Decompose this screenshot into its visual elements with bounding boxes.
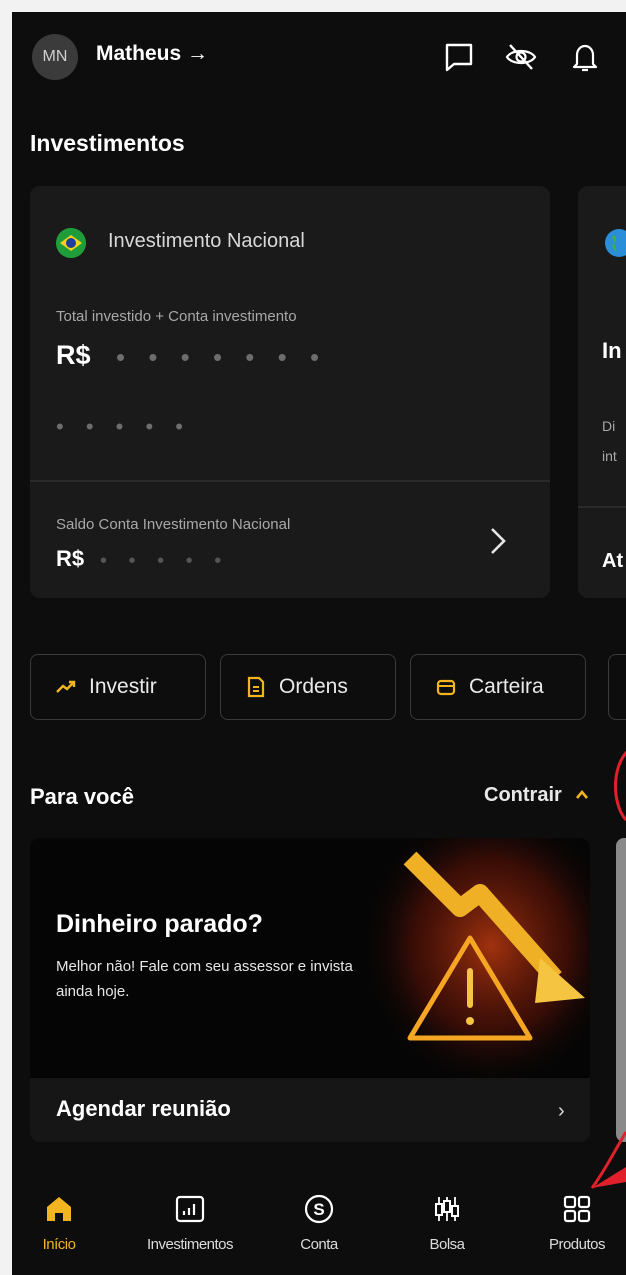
- nav-item-investimentos[interactable]: Investimentos: [130, 1172, 250, 1275]
- card-divider: [30, 480, 550, 482]
- wallet-button[interactable]: Carteira: [410, 654, 586, 720]
- nav-item-bolsa[interactable]: Bolsa: [412, 1172, 482, 1275]
- card2-divider: [578, 506, 626, 508]
- bottom-navigation: Início Investimentos S Conta Bolsa Produ…: [12, 1172, 626, 1275]
- total-amount-masked: • • • • • • •: [116, 342, 328, 372]
- chat-icon[interactable]: [442, 40, 476, 74]
- schedule-meeting-link[interactable]: Agendar reunião: [56, 1096, 231, 1122]
- orders-button[interactable]: Ordens: [220, 654, 396, 720]
- globe-icon: [605, 229, 626, 257]
- orders-button-label: Ordens: [279, 675, 348, 698]
- brazil-flag-icon: [56, 228, 86, 258]
- more-action-button[interactable]: [608, 654, 626, 720]
- bell-icon[interactable]: [568, 40, 602, 74]
- card2-text-2: int: [602, 448, 617, 464]
- nav-label: Investimentos: [146, 1236, 234, 1253]
- investment-card-national[interactable]: Investimento Nacional Total investido + …: [30, 186, 550, 598]
- profile-link[interactable]: Matheus →: [96, 42, 208, 66]
- next-promo-card[interactable]: [616, 838, 626, 1142]
- trend-up-icon: [56, 680, 76, 693]
- nav-label: Início: [42, 1236, 76, 1253]
- avatar[interactable]: MN: [32, 34, 78, 80]
- app-screen: MN Matheus → Investimentos Investimento …: [12, 12, 626, 1275]
- nav-item-inicio[interactable]: Início: [34, 1172, 84, 1275]
- card2-text-1: Di: [602, 418, 616, 434]
- balance-label: Saldo Conta Investimento Nacional: [56, 516, 291, 533]
- investments-title: Investimentos: [30, 130, 185, 156]
- chevron-right-icon: ›: [558, 1100, 565, 1122]
- collapse-label: Contrair: [484, 784, 562, 806]
- card2-title: In: [602, 338, 622, 363]
- nav-item-produtos[interactable]: Produtos: [532, 1172, 622, 1275]
- balance-currency: R$: [56, 546, 85, 571]
- promo-card[interactable]: Dinheiro parado? Melhor não! Fale com se…: [30, 838, 590, 1142]
- promo-title: Dinheiro parado?: [56, 910, 263, 938]
- investment-card-international[interactable]: In Di int At: [578, 186, 626, 598]
- chart-icon: [175, 1195, 205, 1223]
- nav-label: Bolsa: [429, 1236, 465, 1253]
- chevron-up-icon: [576, 789, 589, 799]
- invest-button-label: Investir: [89, 675, 157, 698]
- total-invested-label: Total investido + Conta investimento: [56, 308, 297, 325]
- document-icon: [247, 676, 265, 698]
- candlestick-icon: [435, 1197, 459, 1221]
- wallet-button-label: Carteira: [469, 675, 544, 698]
- collapse-button[interactable]: Contrair: [484, 784, 589, 807]
- card2-action[interactable]: At: [602, 550, 623, 573]
- home-icon: [47, 1197, 71, 1221]
- top-header: MN Matheus →: [12, 12, 626, 92]
- balance-masked: • • • • •: [100, 550, 230, 572]
- nav-label: Produtos: [548, 1236, 606, 1253]
- card-title: Investimento Nacional: [108, 230, 305, 252]
- svg-text:S: S: [313, 1200, 324, 1219]
- eye-off-icon[interactable]: [504, 40, 538, 74]
- currency-label: R$: [56, 340, 91, 370]
- variation-masked: • • • • •: [56, 414, 191, 439]
- grid-icon: [563, 1195, 591, 1223]
- promo-banner: Dinheiro parado? Melhor não! Fale com se…: [30, 838, 590, 1078]
- dollar-coin-icon: S: [304, 1194, 334, 1224]
- for-you-title: Para você: [30, 784, 134, 809]
- nav-item-conta[interactable]: S Conta: [284, 1172, 354, 1275]
- wallet-icon: [436, 679, 456, 696]
- warning-arrow-illustration: [370, 838, 590, 1078]
- nav-label: Conta: [300, 1236, 338, 1253]
- invest-button[interactable]: Investir: [30, 654, 206, 720]
- promo-text: Melhor não! Fale com seu assessor e invi…: [56, 958, 353, 1000]
- chevron-right-icon[interactable]: [488, 526, 508, 556]
